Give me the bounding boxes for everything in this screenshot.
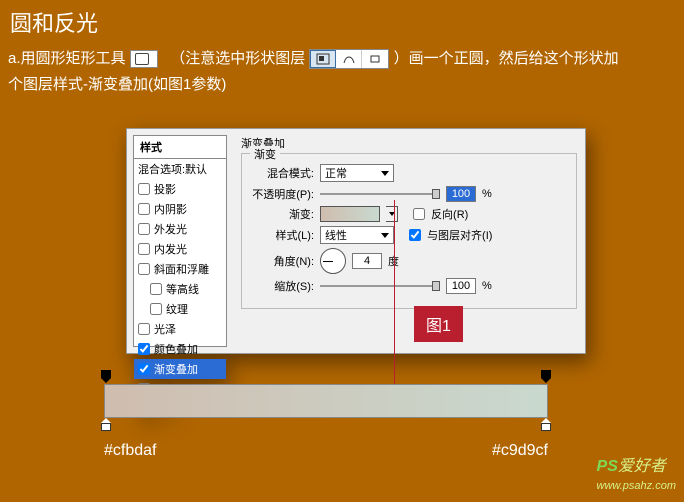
scale-label: 缩放(S): [250,278,314,294]
rectangle-tool-icon [130,50,158,68]
opacity-value[interactable]: 100 [446,186,476,202]
style-row-外发光[interactable]: 外发光 [134,219,226,239]
angle-label: 角度(N): [250,253,314,269]
gradient-editor-bar[interactable] [104,384,548,418]
color-right: #c9d9cf [492,442,548,460]
style-row-斜面和浮雕[interactable]: 斜面和浮雕 [134,259,226,279]
gradient-overlay-panel: 渐变叠加 渐变 混合模式: 正常 不透明度(P): 100 % 渐变: [233,129,585,353]
align-checkbox[interactable] [409,229,421,241]
gradient-preview [104,384,548,418]
styles-list: 样式 混合选项:默认 投影内阴影外发光内发光斜面和浮雕等高线纹理光泽颜色叠加渐变… [133,135,227,347]
angle-value[interactable]: 4 [352,253,382,269]
instr-line2: 个图层样式-渐变叠加(如图1参数) [8,76,226,93]
opacity-label: 不透明度(P): [250,186,314,202]
color-stop-right[interactable] [540,418,552,432]
style-select[interactable]: 线性 [320,226,394,244]
blend-mode-select[interactable]: 正常 [320,164,394,182]
reverse-label: 反向(R) [431,206,468,222]
style-label: 内发光 [154,241,187,257]
gradient-swatch[interactable] [320,206,380,222]
color-values-row: #cfbdaf #c9d9cf [104,442,548,460]
style-row-颜色叠加[interactable]: 颜色叠加 [134,339,226,359]
path-icon[interactable] [336,50,362,68]
style-label: 渐变叠加 [154,361,198,377]
style-label: 斜面和浮雕 [154,261,209,277]
gradient-fieldset: 渐变 混合模式: 正常 不透明度(P): 100 % 渐变: 反向(R) [241,153,577,309]
style-checkbox[interactable] [150,303,162,315]
opacity-stop-left[interactable] [100,370,112,384]
gradient-label: 渐变: [250,206,314,222]
instr-note-open: （注意选中形状图层 [170,50,305,67]
style-row-纹理[interactable]: 纹理 [134,299,226,319]
watermark: PS爱好者 www.psahz.com [597,452,676,494]
style-row-内发光[interactable]: 内发光 [134,239,226,259]
scale-value[interactable]: 100 [446,278,476,294]
section-title: 渐变叠加 [241,135,577,151]
style-label: 颜色叠加 [154,341,198,357]
style-label: 外发光 [154,221,187,237]
color-left: #cfbdaf [104,442,156,460]
layer-style-dialog: 样式 混合选项:默认 投影内阴影外发光内发光斜面和浮雕等高线纹理光泽颜色叠加 渐变… [126,128,586,354]
style-checkbox[interactable] [138,223,150,235]
shape-layer-icon[interactable] [310,50,336,68]
instruction: a.用圆形矩形工具 （注意选中形状图层 ）画一个正圆，然后给这个形状加 个图层样… [0,42,684,106]
style-checkbox[interactable] [138,263,150,275]
scale-slider[interactable] [320,280,440,292]
style-label: 内阴影 [154,201,187,217]
style-row-内阴影[interactable]: 内阴影 [134,199,226,219]
style-checkbox[interactable] [138,363,150,375]
style-checkbox[interactable] [138,183,150,195]
style-row-投影[interactable]: 投影 [134,179,226,199]
style-label: 纹理 [166,301,188,317]
legend: 渐变 [250,146,280,162]
style-label: 等高线 [166,281,199,297]
style-label: 投影 [154,181,176,197]
align-label: 与图层对齐(I) [427,227,492,243]
fill-pixels-icon[interactable] [362,50,388,68]
style-row-等高线[interactable]: 等高线 [134,279,226,299]
instr-note-close: ）画一个正圆，然后给这个形状加 [394,50,619,67]
opacity-stop-right[interactable] [540,370,552,384]
style-checkbox[interactable] [150,283,162,295]
angle-dial[interactable] [320,248,346,274]
opacity-slider[interactable] [320,188,440,200]
percent: % [482,188,492,200]
color-stop-left[interactable] [100,418,112,432]
reverse-checkbox[interactable] [413,208,425,220]
style-row-光泽[interactable]: 光泽 [134,319,226,339]
page-title: 圆和反光 [10,6,674,38]
figure-tag: 图1 [414,306,463,342]
connector-line [394,200,395,405]
style-checkbox[interactable] [138,323,150,335]
style-checkbox[interactable] [138,203,150,215]
styles-header: 样式 [134,136,226,159]
style-row-渐变叠加[interactable]: 渐变叠加 [134,359,226,379]
shape-mode-strip [309,49,389,69]
blend-mode-label: 混合模式: [250,165,314,181]
percent2: % [482,280,492,292]
style-label: 光泽 [154,321,176,337]
gradient-dropdown-icon[interactable] [386,206,398,222]
style-checkbox[interactable] [138,343,150,355]
blend-default[interactable]: 混合选项:默认 [134,159,226,179]
instr-prefix: a.用圆形矩形工具 [8,50,126,67]
style-checkbox[interactable] [138,243,150,255]
style-label: 样式(L): [250,227,314,243]
